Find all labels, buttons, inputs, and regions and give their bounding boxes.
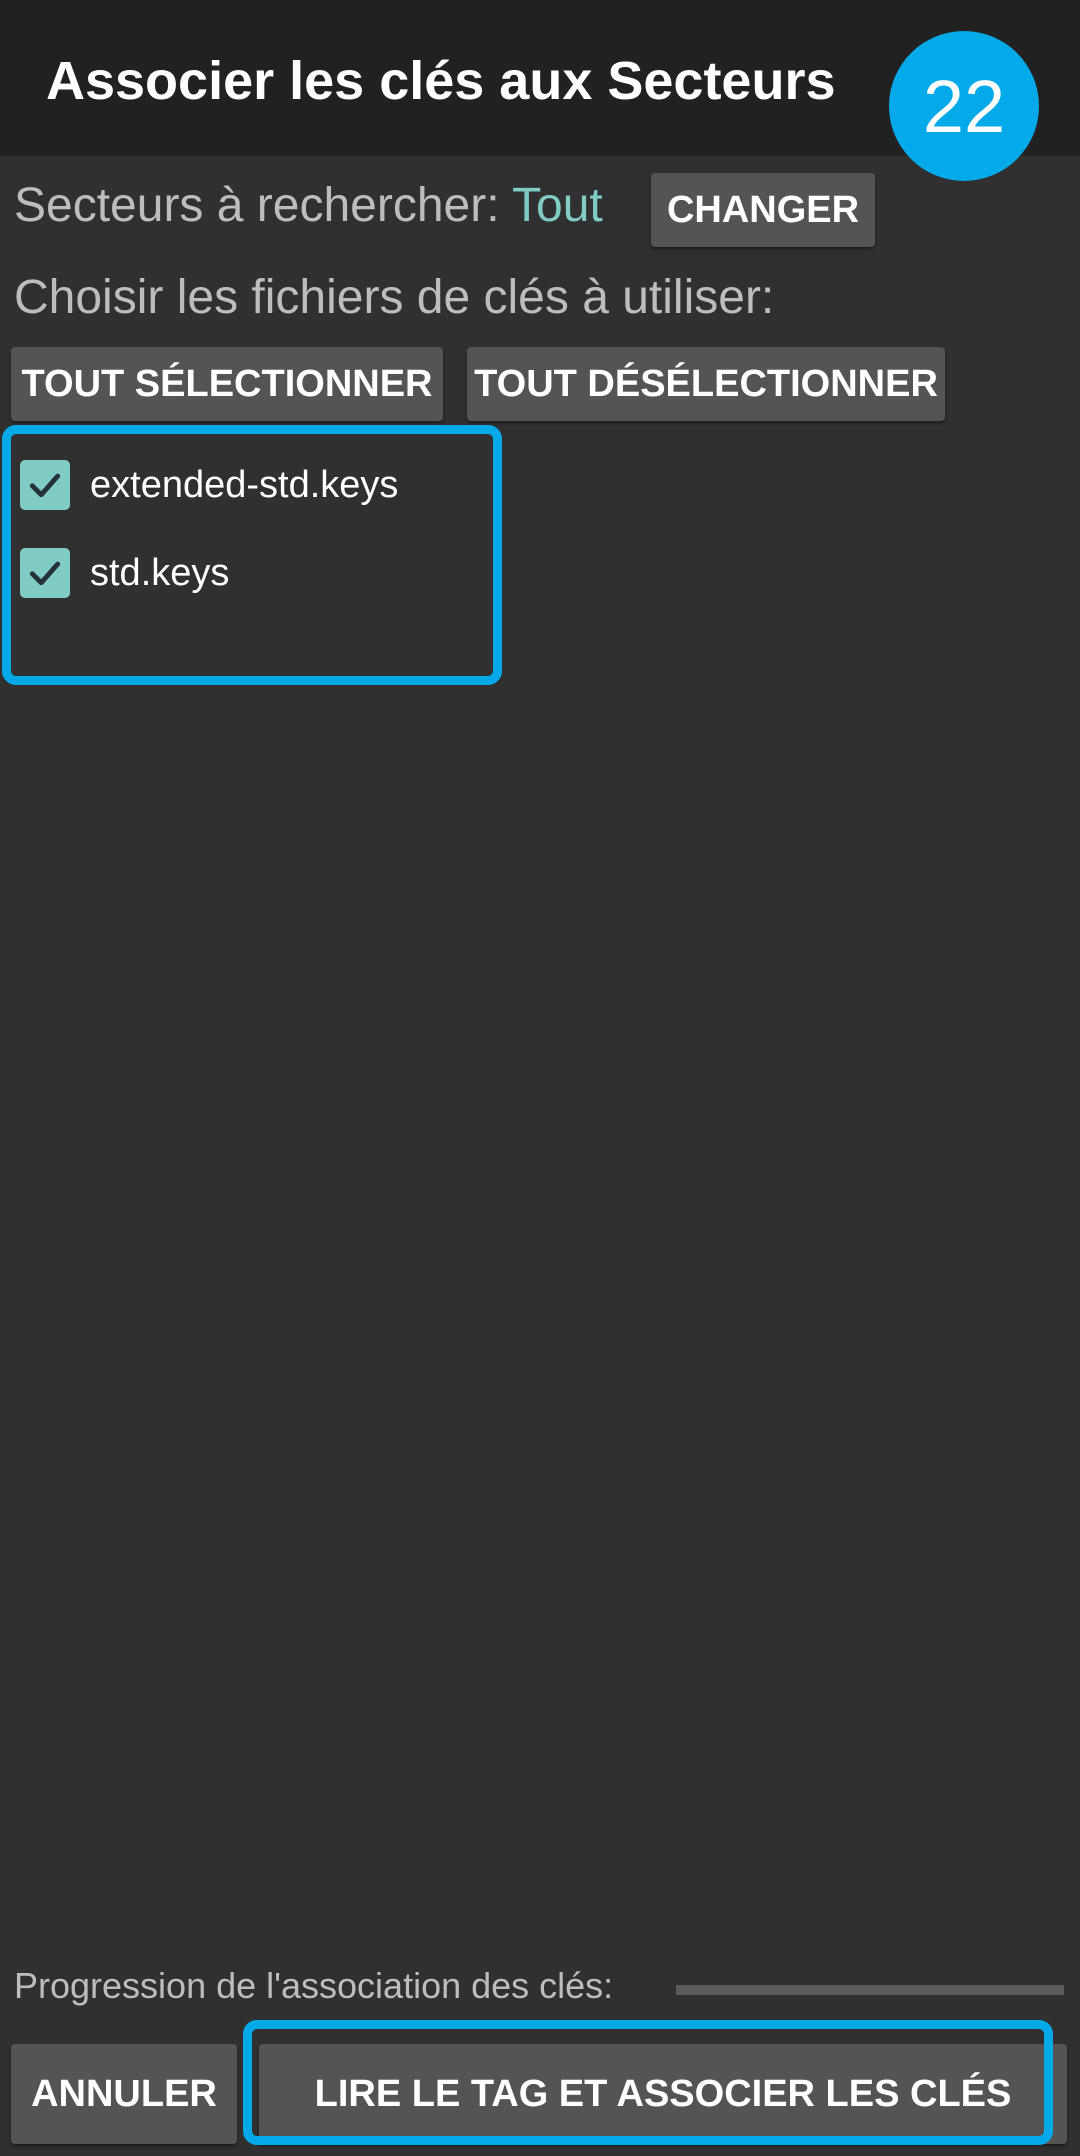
select-all-button[interactable]: TOUT SÉLECTIONNER [11,347,443,421]
sectors-row: Secteurs à rechercher: Tout [14,178,603,233]
sectors-value: Tout [512,179,603,232]
cancel-button[interactable]: ANNULER [11,2044,237,2144]
progress-label: Progression de l'association des clés: [14,1965,614,2006]
checkbox-checked-icon[interactable] [20,460,70,510]
progress-bar [676,1985,1064,1995]
deselect-all-button[interactable]: TOUT DÉSÉLECTIONNER [467,347,945,421]
key-file-label: extended-std.keys [90,463,399,506]
change-sectors-button[interactable]: CHANGER [651,173,875,247]
sectors-label: Secteurs à rechercher: [14,179,500,232]
checkmark-icon [29,473,61,498]
checkbox-checked-icon[interactable] [20,548,70,598]
step-badge: 22 [889,31,1039,181]
key-file-item-extended-std[interactable]: extended-std.keys [20,460,398,510]
page-title: Associer les clés aux Secteurs [46,51,836,111]
key-file-label: std.keys [90,551,230,594]
checkmark-icon [29,561,61,586]
key-file-item-std[interactable]: std.keys [20,548,229,598]
read-button-highlight [243,2020,1053,2145]
key-files-label: Choisir les fichiers de clés à utiliser: [14,271,775,324]
